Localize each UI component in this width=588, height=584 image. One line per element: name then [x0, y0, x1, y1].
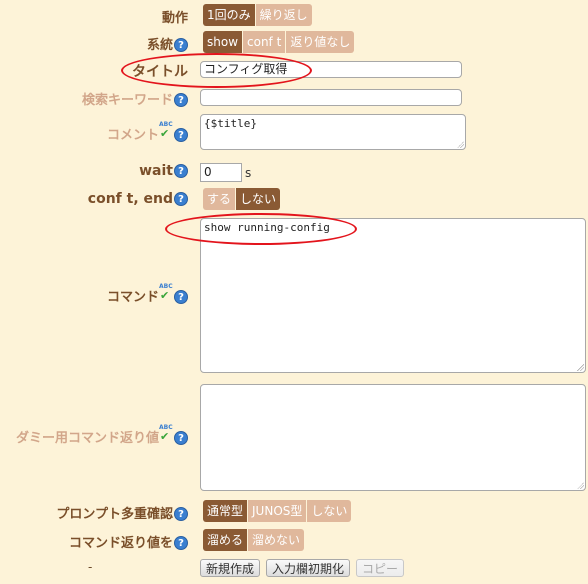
label-search-keyword-text: 検索キーワード [81, 93, 173, 108]
option-repeat[interactable]: 繰り返し [255, 4, 312, 26]
row-search-keyword: 検索キーワード? [0, 87, 588, 108]
resize-grip[interactable] [577, 482, 584, 489]
label-conf-t-end: conf t, end? [88, 191, 188, 207]
option-show[interactable]: show [203, 31, 244, 53]
help-icon[interactable]: ? [174, 128, 188, 142]
help-icon[interactable]: ? [174, 536, 188, 550]
row-wait: wait? 0 s [0, 162, 588, 182]
row-comment: コメント ABC ✔? {$title} [0, 113, 588, 150]
prompt-multi-toggle: 通常型 JUNOS型 しない [203, 500, 352, 522]
system-toggle: show conf t 返り値なし [203, 31, 355, 53]
option-conf-t[interactable]: conf t [243, 31, 287, 53]
help-icon[interactable]: ? [174, 431, 188, 445]
help-icon[interactable]: ? [174, 507, 188, 521]
label-comment: コメント ABC ✔? [106, 121, 188, 143]
new-button[interactable]: 新規作成 [200, 559, 261, 577]
help-icon[interactable]: ? [174, 164, 188, 178]
comment-text: {$title} [204, 117, 257, 130]
option-do[interactable]: する [203, 188, 237, 210]
label-wait-text: wait [139, 163, 173, 179]
dummy-return-textarea[interactable] [200, 384, 586, 491]
highlight-oval [165, 213, 357, 245]
label-conf-t-end-text: conf t, end [87, 191, 173, 207]
spellcheck-icon[interactable]: ABC ✔ [159, 424, 173, 443]
label-prompt-multi-text: プロンプト多重確認 [56, 507, 173, 522]
row-command-return: コマンド返り値を? 溜める 溜めない [0, 529, 588, 551]
wait-unit: s [245, 166, 252, 180]
help-icon[interactable]: ? [174, 290, 188, 304]
row-dummy-return: ダミー用コマンド返り値 ABC ✔? [0, 382, 588, 491]
wait-input[interactable]: 0 [200, 163, 242, 182]
option-no-store[interactable]: 溜めない [248, 529, 305, 551]
option-normal[interactable]: 通常型 [203, 500, 249, 522]
option-none[interactable]: しない [307, 500, 352, 522]
label-dummy-return: ダミー用コマンド返り値 ABC ✔? [15, 424, 188, 446]
label-comment-text: コメント [106, 128, 159, 143]
conf-t-end-toggle: する しない [203, 188, 281, 210]
option-junos[interactable]: JUNOS型 [248, 500, 308, 522]
label-prompt-multi: プロンプト多重確認? [56, 503, 188, 522]
option-store[interactable]: 溜める [203, 529, 249, 551]
label-command: コマンド ABC ✔? [106, 283, 188, 305]
spellcheck-check: ✔ [160, 127, 170, 140]
action-toggle: 1回のみ 繰り返し [203, 4, 312, 26]
label-system-text: 系統 [146, 38, 173, 53]
reset-inputs-button[interactable]: 入力欄初期化 [266, 559, 351, 577]
row-prompt-multi: プロンプト多重確認? 通常型 JUNOS型 しない [0, 500, 588, 522]
spellcheck-icon[interactable]: ABC ✔ [159, 121, 173, 140]
help-icon[interactable]: ? [174, 93, 188, 107]
label-system: 系統? [147, 34, 188, 53]
label-action: 動作 [161, 11, 188, 26]
footer-label: - [88, 560, 93, 574]
help-icon[interactable]: ? [174, 192, 188, 206]
row-system: 系統? show conf t 返り値なし [0, 31, 588, 53]
spellcheck-check: ✔ [160, 289, 170, 302]
resize-grip[interactable] [457, 141, 464, 148]
search-keyword-input[interactable] [200, 89, 462, 106]
option-no-return[interactable]: 返り値なし [286, 31, 355, 53]
help-icon[interactable]: ? [174, 38, 188, 52]
option-dont[interactable]: しない [236, 188, 281, 210]
comment-textarea[interactable]: {$title} [200, 114, 466, 150]
option-once[interactable]: 1回のみ [203, 4, 256, 26]
label-search-keyword: 検索キーワード? [82, 89, 188, 108]
label-command-return-text: コマンド返り値を [68, 536, 173, 551]
command-return-toggle: 溜める 溜めない [203, 529, 305, 551]
label-command-return: コマンド返り値を? [69, 532, 188, 551]
spellcheck-check: ✔ [160, 430, 170, 443]
row-footer: - 新規作成 入力欄初期化 コピー [0, 558, 588, 578]
highlight-oval [121, 53, 312, 88]
label-wait: wait? [139, 163, 188, 179]
label-dummy-return-text: ダミー用コマンド返り値 [15, 431, 159, 446]
row-conf-t-end: conf t, end? する しない [0, 188, 588, 210]
row-action: 動作 1回のみ 繰り返し [0, 4, 588, 26]
label-command-text: コマンド [106, 290, 159, 305]
spellcheck-icon[interactable]: ABC ✔ [159, 283, 173, 302]
resize-grip[interactable] [577, 364, 584, 371]
copy-button[interactable]: コピー [356, 559, 405, 577]
